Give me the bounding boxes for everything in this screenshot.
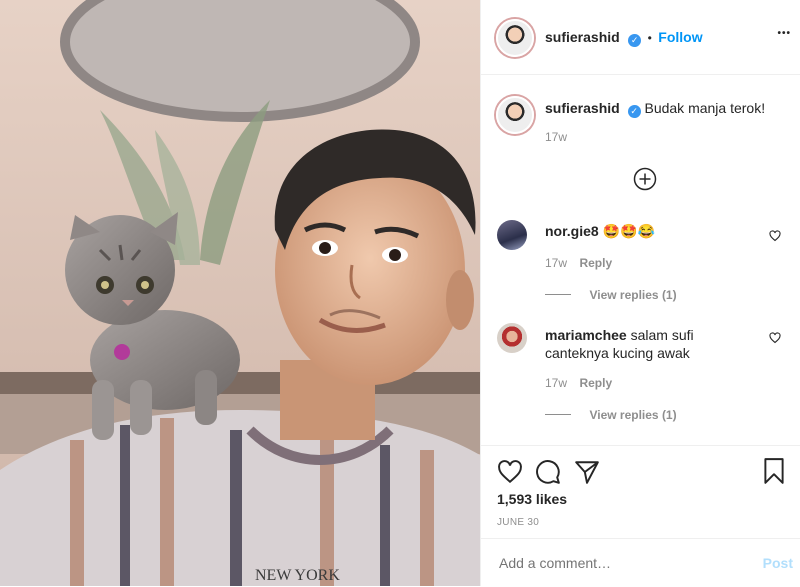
- comment-2-username[interactable]: mariamchee: [545, 327, 627, 343]
- post-date[interactable]: JUNE 30: [497, 517, 539, 528]
- comment-2-view-replies[interactable]: View replies (1): [545, 406, 677, 424]
- follow-button[interactable]: Follow: [658, 29, 702, 45]
- verified-badge-icon: ✓: [627, 105, 641, 118]
- post-comment-button[interactable]: Post: [763, 555, 793, 571]
- comment-1-text: 🤩🤩😂: [602, 223, 655, 239]
- comment-icon[interactable]: [535, 459, 561, 485]
- comment-1-time: 17w: [545, 256, 568, 270]
- bookmark-icon[interactable]: [761, 457, 787, 485]
- comment-1-meta: 17w Reply: [545, 254, 612, 272]
- author-line: sufierashid ✓ • Follow: [545, 29, 703, 47]
- commenter-avatar[interactable]: [497, 323, 527, 353]
- commenter-avatar[interactable]: [497, 220, 527, 250]
- comment-composer: Post: [481, 538, 800, 587]
- separator-dot: •: [647, 31, 652, 45]
- comment-1-heart-icon[interactable]: [769, 230, 781, 242]
- caption-username[interactable]: sufierashid: [545, 100, 620, 116]
- comment-2-heart-icon[interactable]: [769, 332, 781, 344]
- heart-icon[interactable]: [497, 459, 523, 485]
- caption-text: Budak manja terok!: [644, 100, 766, 116]
- comment-2-reply-button[interactable]: Reply: [579, 376, 612, 390]
- verified-badge-icon: ✓: [628, 34, 642, 47]
- caption-time: 17w: [545, 130, 568, 144]
- author-avatar[interactable]: [496, 19, 534, 57]
- reply-divider: [545, 294, 571, 296]
- author-username[interactable]: sufierashid: [545, 29, 620, 45]
- share-icon[interactable]: [574, 459, 600, 485]
- post-photo[interactable]: NEW YORK: [0, 0, 480, 586]
- comment-2: mariamchee salam sufi canteknya kucing a…: [545, 326, 755, 362]
- more-options-icon[interactable]: •••: [777, 28, 791, 39]
- comment-1-view-replies[interactable]: View replies (1): [545, 286, 677, 304]
- photo-illustration: NEW YORK: [0, 0, 480, 586]
- caption: sufierashid ✓ Budak manja terok!: [545, 100, 785, 118]
- comment-1-reply-button[interactable]: Reply: [579, 256, 612, 270]
- view-replies-label: View replies (1): [589, 408, 677, 422]
- likes-count[interactable]: 1,593 likes: [497, 491, 567, 507]
- view-replies-label: View replies (1): [589, 288, 677, 302]
- add-comment-input[interactable]: [497, 554, 741, 572]
- post-details-panel: sufierashid ✓ • Follow ••• sufierashid ✓…: [480, 0, 800, 586]
- comment-2-meta: 17w Reply: [545, 374, 612, 392]
- shirt-print-text: NEW YORK: [255, 567, 340, 584]
- post-header: sufierashid ✓ • Follow •••: [481, 0, 800, 75]
- comment-1: nor.gie8 🤩🤩😂: [545, 223, 655, 240]
- reply-divider: [545, 414, 571, 416]
- comment-1-username[interactable]: nor.gie8: [545, 223, 599, 239]
- caption-author-avatar[interactable]: [496, 96, 534, 134]
- comment-2-time: 17w: [545, 376, 568, 390]
- plus-circle-icon[interactable]: [633, 167, 657, 191]
